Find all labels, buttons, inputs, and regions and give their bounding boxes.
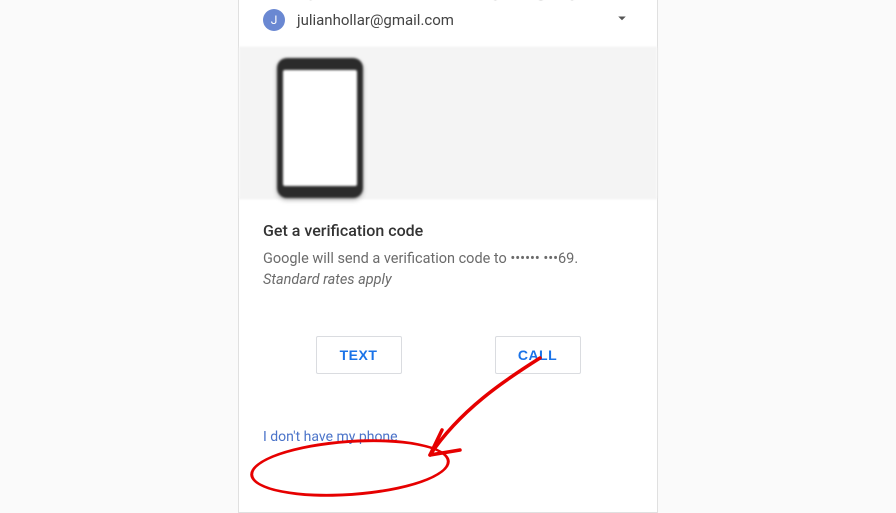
desc-sep: .	[574, 250, 578, 267]
rates-note: Standard rates apply	[263, 271, 392, 288]
text-button[interactable]: TEXT	[316, 336, 402, 374]
no-phone-link[interactable]: I don't have my phone	[263, 429, 398, 445]
desc-prefix: Google will send a verification code to	[263, 250, 510, 267]
alt-options: I don't have my phone	[239, 394, 657, 449]
masked-phone: •••••• •••69	[510, 250, 574, 267]
verification-heading: Get a verification code	[263, 221, 633, 240]
verification-body: Get a verification code Google will send…	[239, 199, 657, 300]
call-button[interactable]: CALL	[495, 336, 581, 374]
chevron-down-icon	[613, 9, 631, 31]
verification-card: This helps show that this account really…	[238, 0, 658, 513]
account-selector[interactable]: J julianhollar@gmail.com	[239, 1, 657, 47]
avatar: J	[263, 9, 285, 31]
phone-icon	[277, 58, 363, 198]
button-row: TEXT CALL	[239, 300, 657, 394]
phone-illustration	[239, 47, 657, 199]
verification-description: Google will send a verification code to …	[263, 248, 633, 290]
account-email: julianhollar@gmail.com	[297, 11, 454, 29]
